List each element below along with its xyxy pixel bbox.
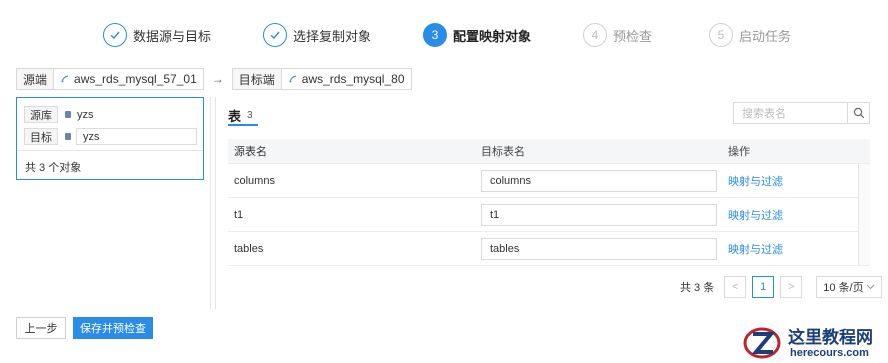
tab-label: 表 (228, 108, 242, 124)
panel-divider[interactable] (215, 97, 216, 309)
step-number: 4 (583, 23, 607, 47)
step-label: 预检查 (613, 28, 653, 44)
table-scrollbar[interactable] (858, 164, 870, 265)
step-number: 5 (709, 23, 733, 47)
target-table-input[interactable]: columns (481, 169, 717, 192)
source-table-name: t1 (234, 208, 244, 221)
page-1-button[interactable]: 1 (752, 276, 775, 298)
search-icon (853, 107, 864, 119)
object-count: 共 3 个对象 (25, 162, 82, 174)
source-db-row: 源库 yzs (24, 106, 94, 123)
table-header: 源表名 目标表名 操作 (228, 139, 870, 164)
watermark-title: 这里教程网 (788, 328, 873, 348)
total-count: 共 3 条 (680, 282, 715, 294)
target-db-tag: 目标 (24, 128, 58, 145)
datasource-icon (61, 75, 69, 83)
header-target: 目标表名 (481, 146, 525, 158)
header-source: 源表名 (234, 146, 267, 158)
mapping-filter-link[interactable]: 映射与过滤 (728, 173, 783, 189)
page-size-value: 10 条/页 (823, 282, 864, 294)
prev-page-button[interactable]: < (724, 276, 747, 298)
target-db-row: 目标 yzs (24, 128, 197, 145)
previous-step-button[interactable]: 上一步 (16, 317, 66, 339)
endpoint-bar: 源端 aws_rds_mysql_57_01 → 目标端 aws_rds_mys… (16, 68, 412, 90)
step-3: 3 配置映射对象 (423, 22, 531, 48)
watermark: 这里教程网 herecours.com (740, 321, 888, 363)
target-endpoint: aws_rds_mysql_80 (281, 68, 412, 90)
database-icon (65, 111, 71, 118)
source-endpoint-name: aws_rds_mysql_57_01 (74, 72, 197, 86)
target-endpoint-name: aws_rds_mysql_80 (301, 72, 405, 86)
step-label: 数据源与目标 (133, 28, 212, 44)
check-icon (263, 23, 287, 47)
database-mapping-panel[interactable]: 源库 yzs 目标 yzs 共 3 个对象 (16, 97, 204, 180)
arrow-right-icon: → (211, 72, 224, 86)
step-5: 5 启动任务 (709, 22, 791, 48)
next-page-button[interactable]: > (780, 276, 803, 298)
divider (17, 150, 203, 151)
step-1: 数据源与目标 (103, 22, 211, 48)
pagination: 共 3 条 < 1 > 10 条/页 (680, 276, 883, 298)
table-search: 搜索表名 (733, 102, 870, 124)
tab-tables[interactable]: 表 3 (228, 104, 253, 126)
step-number: 3 (423, 23, 447, 47)
table-row: columns columns 映射与过滤 (228, 164, 870, 198)
step-label: 配置映射对象 (453, 28, 532, 44)
mapping-filter-link[interactable]: 映射与过滤 (728, 241, 783, 257)
tab-underline (228, 124, 258, 126)
tab-count: 3 (247, 109, 253, 121)
source-db-value: yzs (65, 109, 94, 121)
chevron-down-icon (866, 284, 875, 290)
target-table-input[interactable]: tables (481, 237, 717, 260)
table-row: t1 t1 映射与过滤 (228, 198, 870, 232)
search-input[interactable]: 搜索表名 (734, 103, 847, 123)
source-table-name: columns (234, 174, 275, 187)
step-2: 选择复制对象 (263, 22, 371, 48)
step-4: 4 预检查 (583, 22, 652, 48)
page-size-select[interactable]: 10 条/页 (816, 276, 883, 298)
panel-divider (210, 97, 211, 309)
check-icon (103, 23, 127, 47)
source-db-tag: 源库 (24, 106, 58, 123)
source-db-name: yzs (77, 108, 94, 121)
target-endpoint-tag: 目标端 (231, 68, 282, 90)
mapping-table: 源表名 目标表名 操作 columns columns 映射与过滤 t1 t1 … (228, 139, 870, 266)
source-endpoint-tag: 源端 (16, 68, 55, 90)
step-label: 选择复制对象 (293, 28, 372, 44)
mapping-filter-link[interactable]: 映射与过滤 (728, 207, 783, 223)
source-table-name: tables (234, 242, 264, 255)
header-action: 操作 (728, 146, 750, 158)
target-db-input[interactable]: yzs (76, 128, 197, 145)
site-logo-icon (743, 327, 781, 359)
target-table-input[interactable]: t1 (481, 203, 717, 226)
search-button[interactable] (847, 103, 869, 123)
source-endpoint: aws_rds_mysql_57_01 (54, 68, 204, 90)
table-row: tables tables 映射与过滤 (228, 232, 870, 266)
datasource-icon (289, 75, 296, 83)
watermark-subtitle: herecours.com (790, 347, 869, 359)
steps-bar: 数据源与目标 选择复制对象 3 配置映射对象 4 预检查 5 启动任务 (0, 22, 888, 48)
database-icon (65, 133, 71, 140)
step-label: 启动任务 (739, 28, 792, 44)
save-and-precheck-button[interactable]: 保存并预检查 (73, 317, 153, 339)
